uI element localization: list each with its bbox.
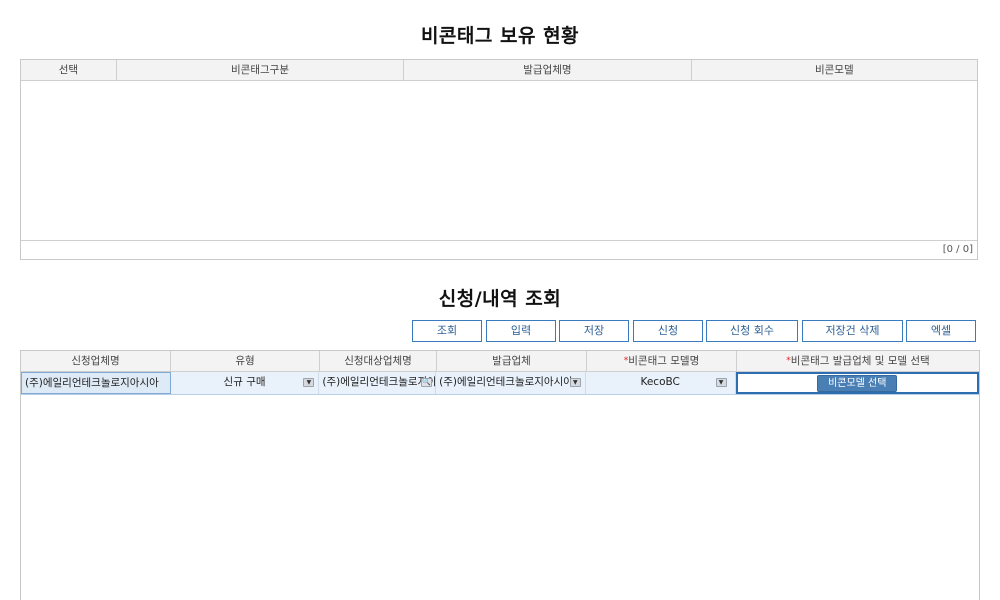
col-header-select[interactable]: 선택 (21, 60, 117, 80)
col-header-beacon-type[interactable]: 비콘태그구분 (117, 60, 405, 80)
magnifier-icon[interactable]: 🔍 (421, 378, 433, 387)
type-value: 신규 구매 (223, 376, 266, 388)
col-header-beacon-model[interactable]: 비콘모델 (692, 60, 977, 80)
chevron-down-icon[interactable]: ▼ (715, 378, 727, 387)
withdraw-application-button[interactable]: 신청 회수 (706, 320, 798, 342)
col-header-issuer-name[interactable]: 발급업체명 (404, 60, 692, 80)
grid-header: 선택 비콘태그구분 발급업체명 비콘모델 (21, 60, 977, 81)
col-header-model-name-label: 비콘태그 모델명 (628, 355, 700, 367)
col-header-type[interactable]: 유형 (171, 351, 320, 371)
col-header-applicant[interactable]: 신청업체명 (21, 351, 171, 371)
save-button[interactable]: 저장 (559, 320, 629, 342)
col-header-model-name[interactable]: *비콘태그 모델명 (587, 351, 737, 371)
excel-button[interactable]: 엑셀 (906, 320, 976, 342)
grid-header: 신청업체명 유형 신청대상업체명 발급업체 *비콘태그 모델명 *비콘태그 발급… (21, 351, 979, 372)
model-value: KecoBC (640, 376, 680, 388)
application-grid: 신청업체명 유형 신청대상업체명 발급업체 *비콘태그 모델명 *비콘태그 발급… (20, 350, 980, 600)
pager-count: [0 / 0] (942, 244, 973, 255)
toolbar: 조회 입력 저장 신청 신청 회수 저장건 삭제 엑셀 (0, 320, 1000, 342)
beacon-model-select-button[interactable]: 비콘모델 선택 (817, 374, 898, 392)
chevron-down-icon[interactable]: ▼ (303, 378, 315, 387)
holdings-title: 비콘태그 보유 현황 (420, 25, 580, 47)
search-button[interactable]: 조회 (412, 320, 482, 342)
beacon-holdings-grid: 선택 비콘태그구분 발급업체명 비콘모델 [0 / 0] (20, 59, 978, 260)
application-title: 신청/내역 조회 (438, 288, 562, 310)
type-dropdown[interactable]: 신규 구매 ▼ (171, 372, 320, 394)
col-header-target-company[interactable]: 신청대상업체명 (320, 351, 437, 371)
model-select-cell: 비콘모델 선택 (735, 372, 979, 394)
model-dropdown[interactable]: KecoBC ▼ (586, 372, 736, 394)
chevron-down-icon[interactable]: ▼ (569, 378, 581, 387)
delete-saved-button[interactable]: 저장건 삭제 (802, 320, 903, 342)
col-header-issuer[interactable]: 발급업체 (437, 351, 587, 371)
target-company-field[interactable]: (주)에일리언테크놀로지아시아 🔍 (319, 372, 437, 394)
grid-footer: [0 / 0] (21, 240, 977, 259)
issuer-dropdown[interactable]: (주)에일리언테크놀로지아시아 ▼ (436, 372, 586, 394)
table-row[interactable]: (주)에일리언테크놀로지아시아 신규 구매 ▼ (주)에일리언테크놀로지아시아 … (21, 372, 979, 395)
col-header-model-select[interactable]: *비콘태그 발급업체 및 모델 선택 (737, 351, 979, 371)
target-company-value: (주)에일리언테크놀로지아시아 (322, 376, 435, 388)
issuer-value: (주)에일리언테크놀로지아시아 (439, 376, 573, 388)
col-header-model-select-label: 비콘태그 발급업체 및 모델 선택 (790, 355, 930, 367)
apply-button[interactable]: 신청 (633, 320, 703, 342)
input-button[interactable]: 입력 (486, 320, 556, 342)
applicant-cell[interactable]: (주)에일리언테크놀로지아시아 (21, 372, 171, 394)
grid-body-empty (21, 81, 977, 241)
